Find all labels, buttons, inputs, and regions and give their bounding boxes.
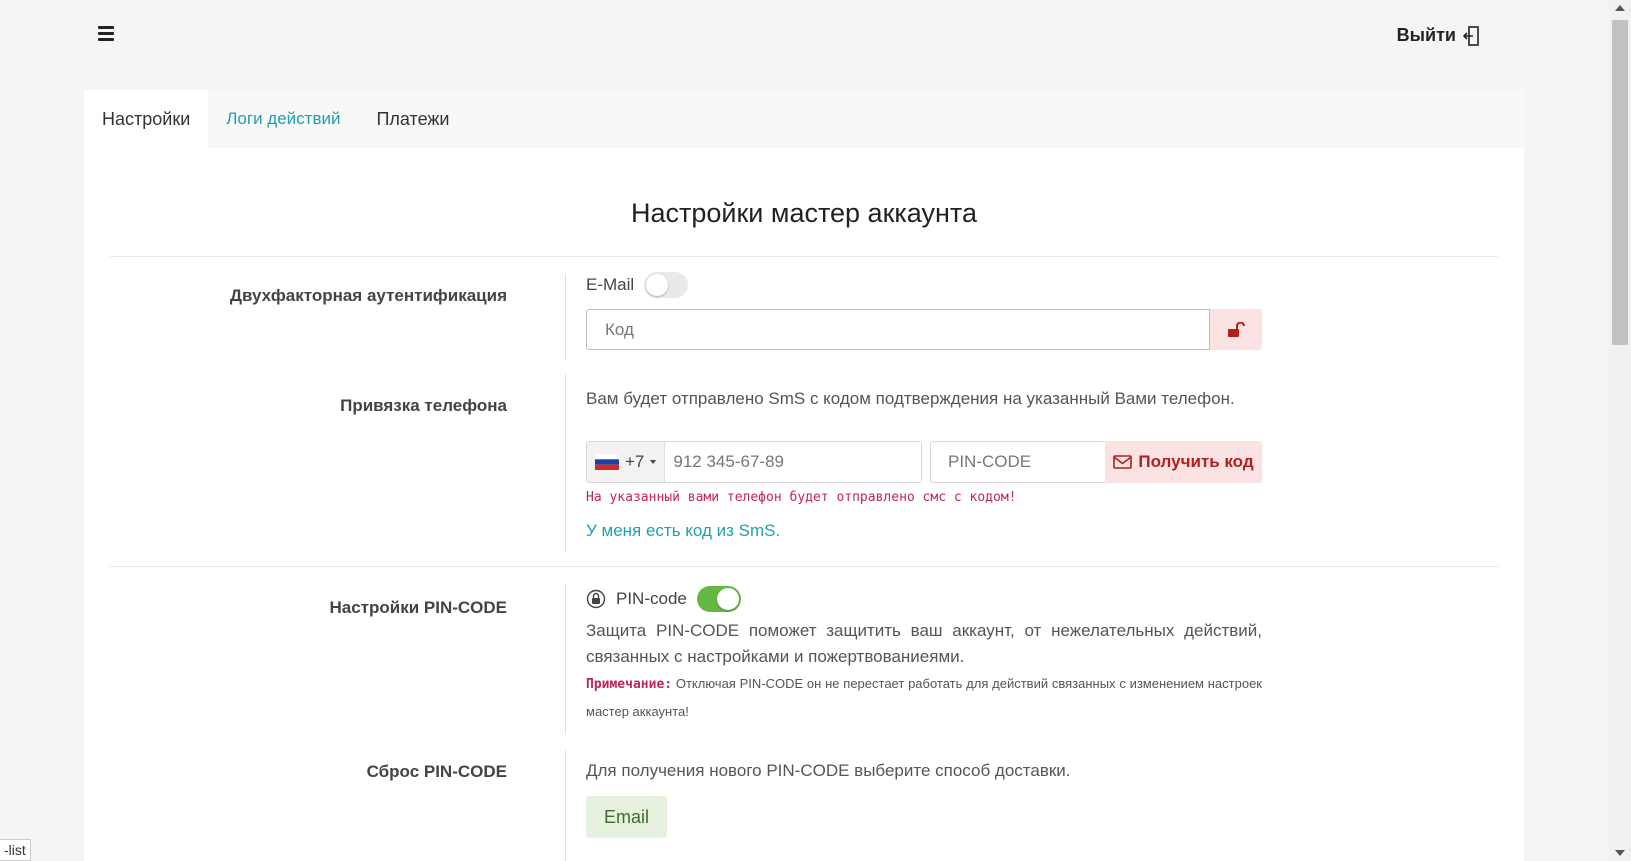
phone-input-row: +7 Получить код (586, 441, 1262, 483)
lock-shield-icon (586, 589, 606, 609)
column-divider (565, 750, 566, 861)
divider (110, 566, 1498, 567)
pin-toggle-row: PIN-code (586, 586, 1262, 612)
email-2fa-toggle[interactable] (644, 272, 689, 298)
get-code-label: Получить код (1138, 452, 1254, 471)
country-code: +7 (625, 452, 645, 471)
email-toggle-label: E-Mail (586, 275, 635, 294)
phone-field: +7 (586, 441, 922, 483)
pin-toggle-label: PIN-code (616, 589, 687, 608)
tab-action-logs[interactable]: Логи действий (208, 90, 358, 148)
pin-note-text: Отключая PIN-CODE он не перестает работа… (586, 676, 1262, 719)
pin-settings-label: Настройки PIN-CODE (329, 598, 507, 617)
status-fragment: -list (0, 839, 31, 861)
page-title: Настройки мастер аккаунта (630, 198, 977, 228)
envelope-icon (1113, 455, 1133, 469)
pin-reset-email-button[interactable]: Email (586, 796, 668, 838)
logout-button[interactable]: Выйти (1397, 25, 1480, 46)
pin-note-prefix: Примечание: (586, 677, 673, 692)
pin-reset-label: Сброс PIN-CODE (366, 762, 507, 781)
top-bar: Выйти (0, 0, 1608, 74)
pin-description: Защита PIN-CODE поможет защитить ваш акк… (586, 621, 1262, 666)
pin-reset-description: Для получения нового PIN-CODE выберите с… (586, 761, 1071, 780)
chevron-down-icon (650, 460, 657, 464)
tab-payments[interactable]: Платежи (358, 90, 467, 148)
settings-card: Настройки Логи действий Платежи Настройк… (84, 90, 1524, 861)
two-factor-code-input[interactable] (586, 309, 1210, 350)
get-code-button[interactable]: Получить код (1105, 441, 1262, 483)
phone-description: Вам будет отправлено SmS с кодом подтвер… (586, 389, 1235, 408)
divider (110, 256, 1498, 257)
pin-code-toggle[interactable] (696, 586, 741, 612)
scroll-up-icon[interactable] (1615, 5, 1625, 11)
scroll-down-icon[interactable] (1615, 850, 1625, 856)
two-factor-label: Двухфакторная аутентификация (229, 286, 507, 305)
column-divider (565, 584, 566, 734)
sms-pin-code-input[interactable] (930, 441, 1105, 483)
scroll-thumb[interactable] (1612, 20, 1628, 345)
hamburger-menu-icon[interactable] (96, 26, 118, 46)
unlock-icon (1228, 321, 1245, 337)
column-divider (565, 374, 566, 552)
unlock-button[interactable] (1210, 309, 1262, 350)
page-scrollbar[interactable] (1609, 0, 1631, 861)
email-toggle-row: E-Mail (586, 272, 1262, 298)
logout-label: Выйти (1396, 25, 1456, 45)
tab-settings[interactable]: Настройки (84, 90, 209, 148)
phone-number-input[interactable] (665, 442, 921, 482)
russia-flag-icon (595, 454, 619, 470)
two-factor-code-group (586, 309, 1262, 350)
country-selector[interactable]: +7 (587, 442, 666, 482)
phone-hint: На указанный вами телефон будет отправле… (586, 490, 1017, 505)
have-sms-code-link[interactable]: У меня есть код из SmS. (586, 521, 1262, 541)
column-divider (565, 274, 566, 360)
pin-note: Примечание: Отключая PIN-CODE он не пере… (586, 670, 1262, 725)
phone-binding-label: Привязка телефона (340, 396, 507, 415)
tab-bar: Настройки Логи действий Платежи (84, 90, 1524, 148)
logout-icon (1462, 25, 1479, 46)
pin-code-group: Получить код (930, 441, 1262, 483)
